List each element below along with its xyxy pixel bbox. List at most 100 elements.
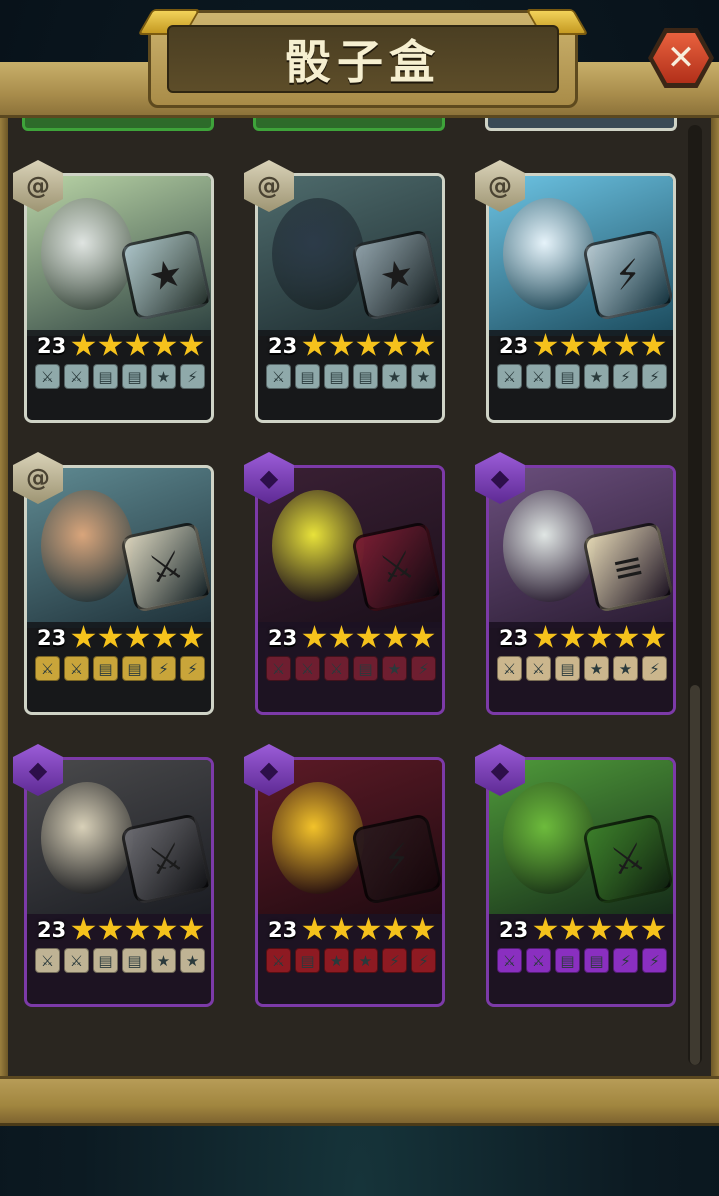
dice-card-ghoul[interactable]: ★ 23 ⚔ ⚔ ▤ ▤ ★ ⚡ @	[13, 160, 214, 423]
star-icon: ★	[151, 948, 176, 973]
sword-icon: ⚔	[35, 948, 60, 973]
shield-icon: ▤	[324, 364, 349, 389]
sword-icon: ⚔	[526, 656, 551, 681]
dice-card-eye[interactable]: ⚔ 23 ⚔ ⚔ ⚔ ▤ ★ ⚡ ◆	[244, 452, 445, 715]
star-icon	[125, 917, 150, 940]
star-icon	[560, 625, 585, 648]
character-portrait	[503, 782, 595, 894]
dice-icon: ★	[119, 228, 211, 322]
rarity-badge: @	[13, 452, 63, 504]
frame-right	[711, 115, 719, 1080]
star-icon: ★	[382, 656, 407, 681]
frame-left	[0, 115, 8, 1080]
dice-card-skeleton[interactable]: ≡ 23 ⚔ ⚔ ▤ ★ ★ ⚡ ◆	[475, 452, 676, 715]
scrollbar[interactable]	[688, 125, 702, 1065]
star-icon	[533, 333, 558, 356]
shield-icon: ▤	[93, 364, 118, 389]
common-rarity-icon: @	[26, 172, 50, 200]
title-banner: 骰子盒	[167, 25, 559, 93]
star-icon	[356, 917, 381, 940]
star-icon	[302, 625, 327, 648]
card-level: 23	[499, 918, 529, 942]
dice-faces: ⚔ ▤ ▤ ▤ ★ ★	[266, 364, 436, 389]
lightning-icon: ⚡	[411, 948, 436, 973]
shield-icon: ▤	[122, 364, 147, 389]
star-icon	[560, 333, 585, 356]
star-icon	[71, 917, 96, 940]
star-icon: ★	[411, 364, 436, 389]
epic-rarity-icon: ◆	[259, 756, 279, 784]
sword-icon: ⚔	[64, 656, 89, 681]
dice-card-knight[interactable]: ★ 23 ⚔ ▤ ▤ ▤ ★ ★ @	[244, 160, 445, 423]
lightning-icon: ⚡	[613, 948, 638, 973]
star-icon	[533, 625, 558, 648]
page-title: 骰子盒	[285, 35, 441, 89]
epic-rarity-icon: ◆	[490, 756, 510, 784]
star-icon	[125, 333, 150, 356]
star-icon	[410, 625, 435, 648]
star-icon	[587, 333, 612, 356]
star-icon	[533, 917, 558, 940]
shield-icon: ▤	[555, 364, 580, 389]
rarity-badge: @	[244, 160, 294, 212]
star-icon: ★	[180, 948, 205, 973]
sword-icon: ⚔	[526, 948, 551, 973]
epic-rarity-icon: ◆	[259, 464, 279, 492]
character-portrait	[503, 490, 595, 602]
dice-card-vampire[interactable]: ⚡ 23 ⚔ ▤ ★ ★ ⚡ ⚡ ◆	[244, 744, 445, 1007]
star-icon	[383, 917, 408, 940]
star-icon: ★	[382, 364, 407, 389]
sword-icon: ⚔	[266, 948, 291, 973]
dice-card-wizard[interactable]: ⚔ 23 ⚔ ⚔ ▤ ▤ ⚡ ⚡ @	[13, 452, 214, 715]
star-icon	[98, 625, 123, 648]
dice-faces: ⚔ ▤ ★ ★ ⚡ ⚡	[266, 948, 436, 973]
lightning-icon: ⚡	[411, 656, 436, 681]
sword-icon: ⚔	[35, 656, 60, 681]
dice-card-witch[interactable]: ⚔ 23 ⚔ ⚔ ▤ ▤ ⚡ ⚡ ◆	[475, 744, 676, 1007]
star-icon	[71, 333, 96, 356]
star-icon	[329, 917, 354, 940]
card-level: 23	[268, 918, 298, 942]
dice-faces: ⚔ ⚔ ▤ ★ ★ ⚡	[497, 656, 667, 681]
lightning-icon: ⚡	[642, 656, 667, 681]
frame-bottom	[0, 1076, 719, 1126]
lightning-icon: ⚡	[642, 948, 667, 973]
dice-card-yeti[interactable]: ⚡ 23 ⚔ ⚔ ▤ ★ ⚡ ⚡ @	[475, 160, 676, 423]
star-icon: ★	[324, 948, 349, 973]
star-icon	[152, 917, 177, 940]
star-icon	[356, 625, 381, 648]
character-portrait	[41, 490, 133, 602]
star-icon	[410, 917, 435, 940]
card-level: 23	[499, 626, 529, 650]
common-rarity-icon: @	[488, 172, 512, 200]
star-rating	[71, 333, 204, 358]
lightning-icon: ⚡	[613, 364, 638, 389]
dice-faces: ⚔ ⚔ ▤ ▤ ⚡ ⚡	[497, 948, 667, 973]
close-button[interactable]: ✕	[648, 28, 714, 88]
star-icon	[179, 333, 204, 356]
character-portrait	[272, 782, 364, 894]
sword-icon: ⚔	[324, 656, 349, 681]
star-icon	[329, 333, 354, 356]
dice-card-spider[interactable]: ⚔ 23 ⚔ ⚔ ▤ ▤ ★ ★ ◆	[13, 744, 214, 1007]
dice-icon: ⚔	[119, 812, 211, 906]
shield-icon: ▤	[93, 948, 118, 973]
star-icon	[329, 625, 354, 648]
card-level: 23	[268, 334, 298, 358]
shield-icon: ▤	[555, 656, 580, 681]
star-rating	[302, 333, 435, 358]
scrollbar-thumb[interactable]	[690, 685, 700, 1065]
shield-icon: ▤	[295, 364, 320, 389]
star-icon	[587, 625, 612, 648]
dice-icon: ⚔	[350, 520, 442, 614]
star-icon: ★	[353, 948, 378, 973]
sword-icon: ⚔	[266, 656, 291, 681]
rarity-badge: ◆	[13, 744, 63, 796]
lightning-icon: ⚡	[180, 656, 205, 681]
star-icon	[302, 333, 327, 356]
epic-rarity-icon: ◆	[490, 464, 510, 492]
dice-faces: ⚔ ⚔ ▤ ▤ ⚡ ⚡	[35, 656, 205, 681]
star-rating	[533, 917, 666, 942]
dice-icon: ⚔	[581, 812, 673, 906]
rarity-badge: ◆	[244, 452, 294, 504]
